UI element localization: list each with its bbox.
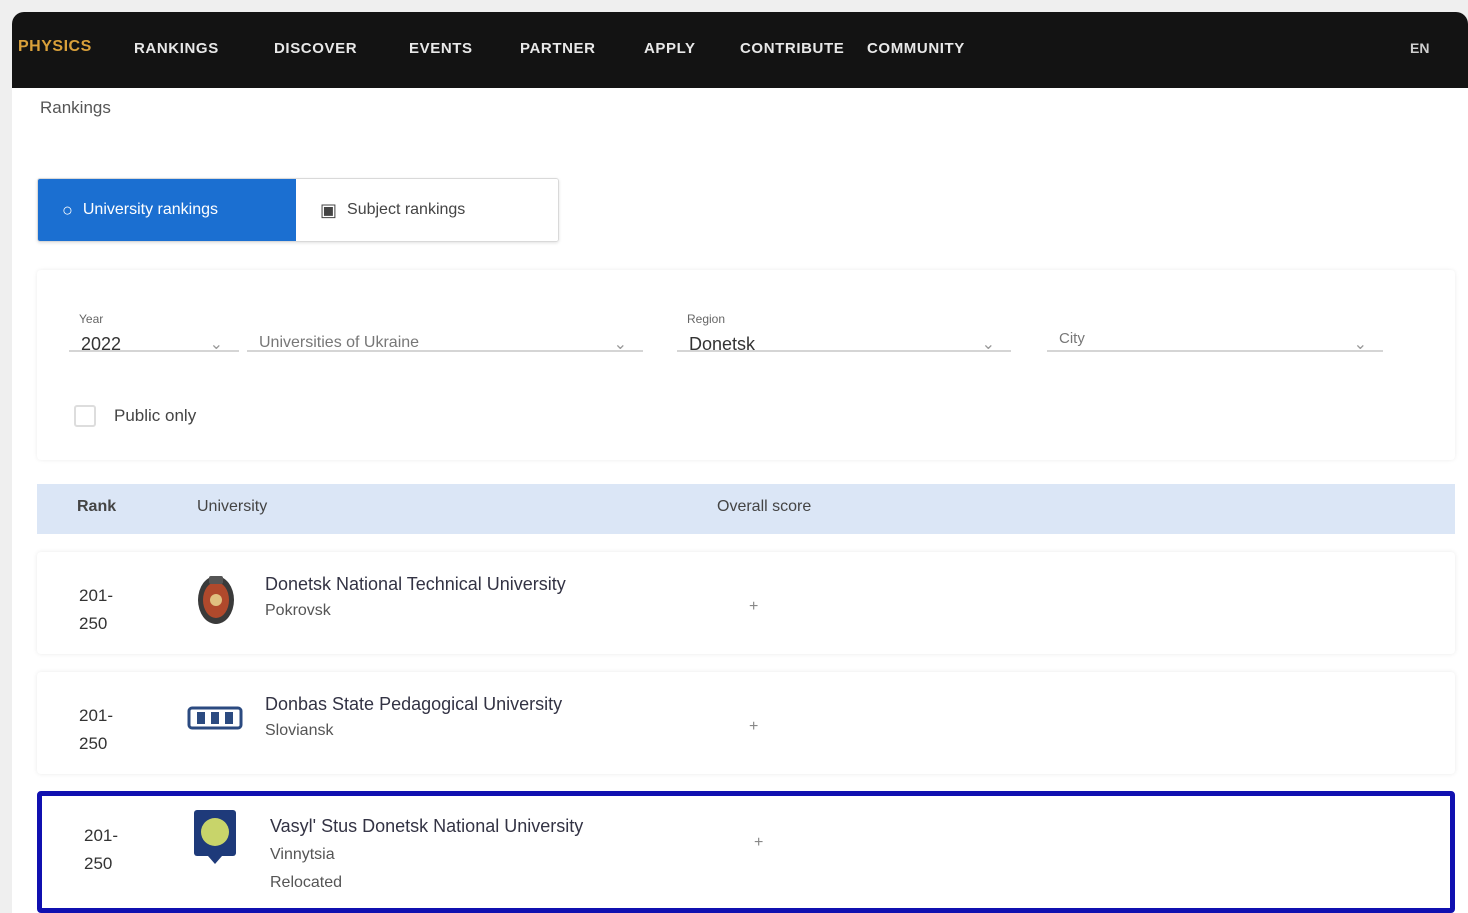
top-navbar: PHYSICS RANKINGS DISCOVER EVENTS PARTNER…	[12, 12, 1468, 88]
site-logo[interactable]: PHYSICS	[18, 38, 92, 56]
nav-item-apply[interactable]: APPLY	[644, 40, 696, 57]
subject-rankings-label: Subject rankings	[347, 201, 466, 218]
region-value: Donetsk	[689, 334, 756, 354]
nav-item-partner[interactable]: PARTNER	[520, 40, 596, 57]
region-label: Region	[687, 312, 726, 326]
rank-value: 201- 250	[79, 706, 114, 753]
subject-rankings-button[interactable]: ▣ Subject rankings	[296, 179, 558, 241]
relocated-note: Relocated	[270, 874, 343, 891]
filter-panel: Year 2022 ⌄ Universities of Ukraine ⌄ Re…	[37, 270, 1455, 460]
university-name[interactable]: Vasyl' Stus Donetsk National University	[270, 816, 583, 837]
city-select[interactable]: City ⌄	[1047, 292, 1383, 353]
ranking-value: Universities of Ukraine	[259, 334, 420, 351]
university-city: Vinnytsia	[270, 846, 335, 863]
language-switch[interactable]: EN	[1410, 40, 1429, 56]
chevron-down-icon: ⌄	[1353, 336, 1367, 353]
nav-item-events[interactable]: EVENTS	[409, 40, 473, 57]
overall-column-header[interactable]: Overall score	[717, 498, 811, 516]
year-value: 2022	[81, 334, 122, 354]
university-city: Pokrovsk	[265, 602, 331, 619]
nav-item-discover[interactable]: DISCOVER	[274, 40, 357, 57]
university-crest-icon	[198, 576, 234, 624]
chevron-down-icon: ⌄	[209, 336, 223, 353]
university-column-header[interactable]: University	[197, 498, 267, 516]
table-header: Rank University Overall score	[37, 484, 1455, 534]
public-only-filter[interactable]: Public only	[74, 405, 196, 427]
overall-score: +	[749, 598, 759, 615]
year-label: Year	[79, 312, 104, 326]
university-rankings-button[interactable]: ○ University rankings	[38, 179, 296, 241]
chevron-down-icon: ⌄	[981, 336, 995, 353]
university-shield-icon	[194, 810, 236, 864]
table-row[interactable]: 201- 250 Donetsk National Technical Univ…	[37, 552, 1455, 654]
page-frame: PHYSICS RANKINGS DISCOVER EVENTS PARTNER…	[12, 12, 1468, 913]
city-placeholder: City	[1059, 330, 1085, 347]
university-name[interactable]: Donbas State Pedagogical University	[265, 694, 562, 715]
nav-item-rankings[interactable]: RANKINGS	[134, 40, 219, 57]
rank-value: 201- 250	[79, 586, 114, 633]
table-row[interactable]: 201- 250 Donbas State Pedagogical Univer…	[37, 672, 1455, 774]
public-only-checkbox[interactable]	[74, 405, 96, 427]
university-rankings-label: University rankings	[82, 201, 219, 218]
university-name[interactable]: Donetsk National Technical University	[265, 574, 566, 595]
table-row-selected[interactable]: 201- 250 Vasyl' Stus Donetsk National Un…	[37, 791, 1455, 913]
book-icon: ▣	[320, 199, 338, 220]
university-icon: ○	[62, 199, 73, 220]
public-only-label: Public only	[114, 406, 197, 425]
university-emblem-icon	[187, 706, 243, 730]
nav-item-community[interactable]: COMMUNITY	[867, 40, 965, 57]
ranking-type-toggle: ○ University rankings ▣ Subject rankings	[37, 178, 559, 242]
breadcrumb[interactable]: Rankings	[40, 98, 111, 118]
rank-column-header[interactable]: Rank	[77, 498, 116, 516]
overall-score: +	[754, 834, 764, 851]
overall-score: +	[749, 718, 759, 735]
region-select[interactable]: Region Donetsk ⌄	[677, 292, 1011, 354]
rank-value: 201- 250	[84, 826, 119, 873]
year-select[interactable]: Year 2022 ⌄	[69, 292, 239, 354]
nav-item-contribute[interactable]: CONTRIBUTE	[740, 40, 844, 57]
ranking-select[interactable]: Universities of Ukraine ⌄	[247, 292, 643, 353]
chevron-down-icon: ⌄	[613, 336, 627, 353]
university-city: Sloviansk	[265, 722, 334, 739]
